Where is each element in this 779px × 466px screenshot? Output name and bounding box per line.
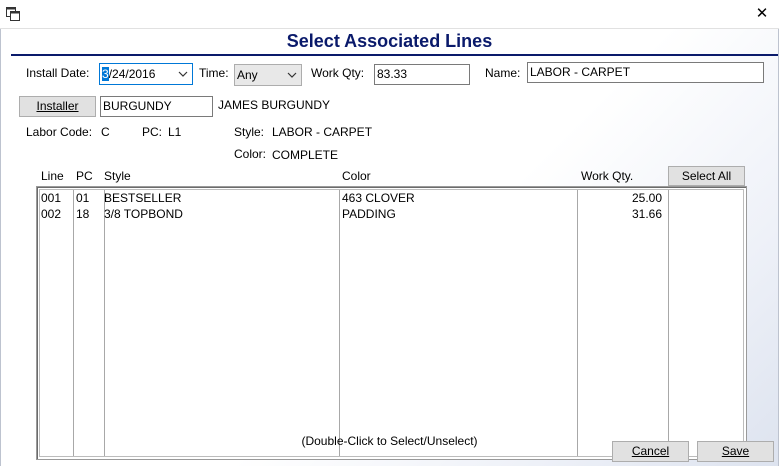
- cell-work-qty: 25.00: [631, 191, 662, 205]
- column-divider: [668, 190, 669, 456]
- select-all-button[interactable]: Select All: [668, 166, 745, 186]
- style-value: LABOR - CARPET: [272, 125, 373, 139]
- cell-pc: 18: [76, 207, 90, 221]
- work-qty-label: Work Qty:: [311, 66, 365, 80]
- column-divider: [104, 190, 105, 456]
- column-header-style: Style: [104, 169, 131, 183]
- color-value: COMPLETE: [272, 148, 339, 162]
- save-button-label: Save: [721, 444, 750, 458]
- installer-name: JAMES BURGUNDY: [218, 98, 331, 112]
- cell-work-qty: 31.66: [631, 207, 662, 221]
- install-date-rest: /24/2016: [108, 67, 156, 81]
- column-header-pc: PC: [76, 169, 93, 183]
- name-label: Name:: [485, 66, 521, 80]
- column-divider: [73, 190, 74, 456]
- cell-color: 463 CLOVER: [342, 191, 415, 205]
- install-date-picker[interactable]: 3/24/2016: [99, 63, 193, 85]
- labor-code-value: C: [101, 125, 110, 139]
- dialog-body: Select Associated Lines Install Date: 3/…: [0, 29, 779, 466]
- pc-value: L1: [168, 125, 182, 139]
- column-header-line: Line: [41, 169, 64, 183]
- lines-table-body: 001 01 BESTSELLER 463 CLOVER 25.00 002 1…: [39, 189, 744, 457]
- restore-windows-icon[interactable]: [6, 7, 20, 21]
- labor-code-label: Labor Code:: [26, 125, 93, 139]
- install-date-selected-segment: 3: [102, 67, 109, 81]
- chevron-down-icon[interactable]: [177, 64, 189, 84]
- chevron-down-icon[interactable]: [286, 65, 298, 85]
- column-header-work-qty: Work Qty.: [581, 169, 634, 183]
- cell-line: 001: [41, 191, 62, 205]
- column-divider: [577, 190, 578, 456]
- time-select-value: Any: [237, 68, 258, 82]
- table-row[interactable]: 002 18 3/8 TOPBOND PADDING 31.66: [40, 207, 743, 223]
- cell-style: 3/8 TOPBOND: [104, 207, 183, 221]
- pc-label: PC:: [142, 125, 163, 139]
- dialog-title: Select Associated Lines: [286, 31, 493, 51]
- column-divider: [339, 190, 340, 456]
- column-header-color: Color: [342, 169, 371, 183]
- cell-color: PADDING: [342, 207, 396, 221]
- window-titlebar: ✕: [0, 0, 779, 30]
- cell-style: BESTSELLER: [104, 191, 182, 205]
- save-button[interactable]: Save: [697, 441, 774, 462]
- installer-button-label: Installer: [36, 99, 79, 113]
- cell-line: 002: [41, 207, 62, 221]
- installer-button[interactable]: Installer: [19, 96, 96, 117]
- time-label: Time:: [199, 66, 229, 80]
- work-qty-field[interactable]: 83.33: [374, 64, 470, 85]
- style-label: Style:: [234, 125, 265, 139]
- cell-pc: 01: [76, 191, 90, 205]
- cancel-button-label: Cancel: [631, 444, 670, 458]
- close-icon[interactable]: ✕: [751, 4, 773, 24]
- install-date-label: Install Date:: [26, 66, 90, 80]
- color-label: Color:: [234, 147, 267, 161]
- title-underline: [11, 54, 778, 56]
- installer-code-field[interactable]: BURGUNDY: [100, 96, 213, 117]
- name-field[interactable]: LABOR - CARPET: [527, 62, 764, 83]
- cancel-button[interactable]: Cancel: [612, 441, 689, 462]
- time-select[interactable]: Any: [234, 64, 302, 86]
- table-row[interactable]: 001 01 BESTSELLER 463 CLOVER 25.00: [40, 191, 743, 207]
- lines-table[interactable]: 001 01 BESTSELLER 463 CLOVER 25.00 002 1…: [36, 186, 747, 460]
